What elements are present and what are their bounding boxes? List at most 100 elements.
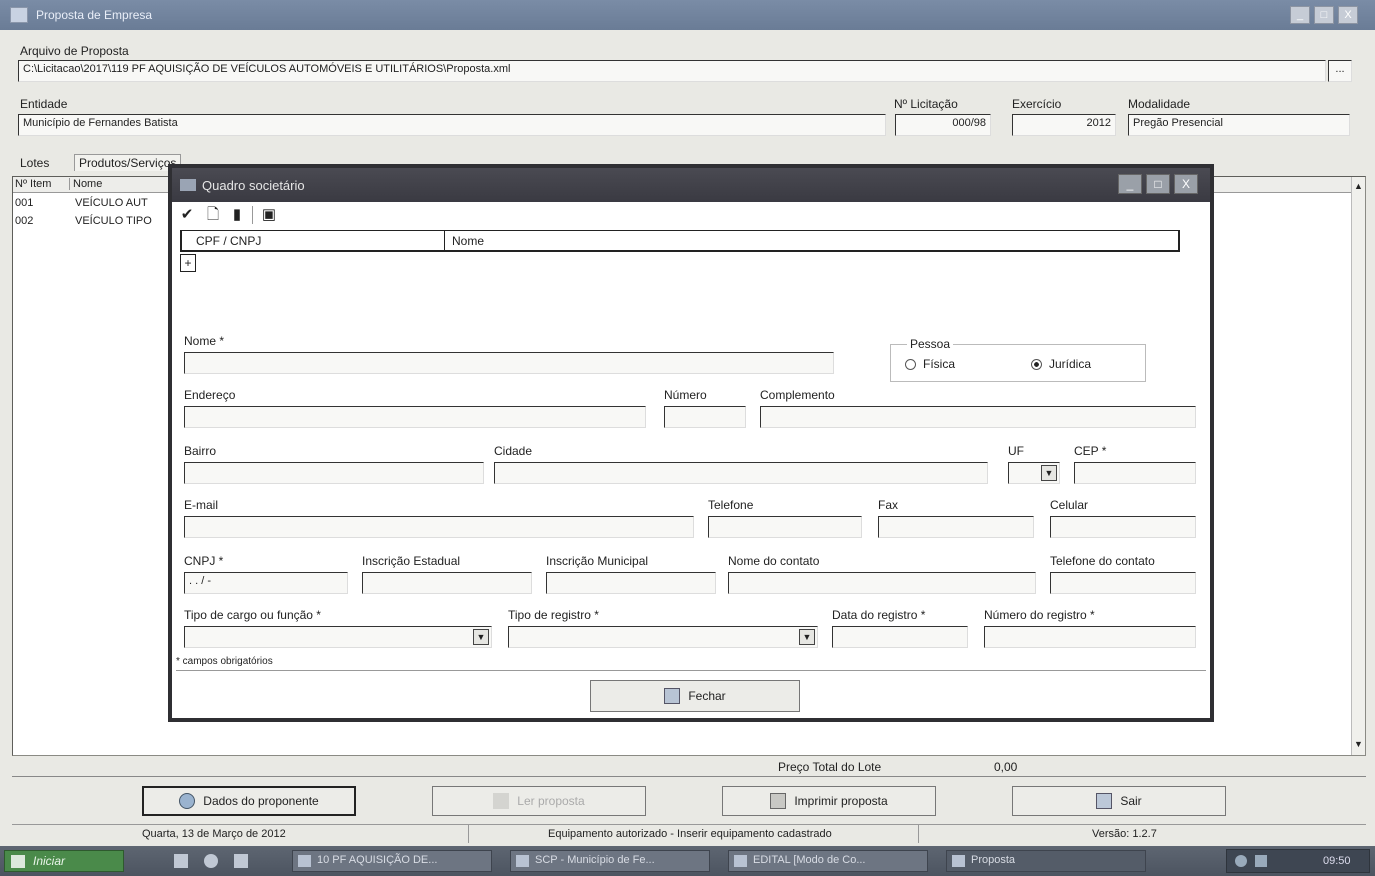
start-button[interactable]: Iniciar	[4, 850, 124, 872]
taskbar-item[interactable]: 10 PF AQUISIÇÃO DE...	[292, 850, 492, 872]
delete-icon[interactable]: ▮	[228, 206, 246, 224]
complemento-input[interactable]	[760, 406, 1196, 428]
inscricao-estadual-input[interactable]	[362, 572, 532, 594]
scroll-down-icon[interactable]: ▼	[1354, 739, 1363, 749]
email-input[interactable]	[184, 516, 694, 538]
separator	[176, 670, 1206, 671]
uf-select[interactable]: ▼	[1008, 462, 1060, 484]
tipo-cargo-select[interactable]: ▼	[184, 626, 492, 648]
nome-contato-label: Nome do contato	[728, 554, 820, 568]
grid-col-nome: Nome	[452, 234, 485, 248]
fax-input[interactable]	[878, 516, 1034, 538]
cep-input[interactable]	[1074, 462, 1196, 484]
numero-input[interactable]	[664, 406, 746, 428]
juridica-radio[interactable]	[1031, 359, 1042, 370]
cnpj-label: CNPJ *	[184, 554, 224, 568]
dialog-close-button[interactable]: X	[1174, 174, 1198, 194]
ler-proposta-label: Ler proposta	[517, 794, 585, 808]
fechar-button[interactable]: Fechar	[590, 680, 800, 712]
celular-label: Celular	[1050, 498, 1089, 512]
cidade-input[interactable]	[494, 462, 988, 484]
required-fields-note: * campos obrigatórios	[176, 656, 273, 667]
person-icon	[179, 793, 196, 809]
taskbar-item[interactable]: EDITAL [Modo de Co...	[728, 850, 928, 872]
quicklaunch-app-icon[interactable]	[234, 854, 248, 868]
tab-lotes[interactable]: Lotes	[20, 156, 49, 170]
celular-input[interactable]	[1050, 516, 1196, 538]
telefone-contato-input[interactable]	[1050, 572, 1196, 594]
pessoa-label: Pessoa	[907, 337, 954, 351]
numero-registro-input[interactable]	[984, 626, 1196, 648]
nome-input[interactable]	[184, 352, 834, 374]
printer-icon	[770, 793, 787, 809]
telefone-input[interactable]	[708, 516, 862, 538]
fechar-label: Fechar	[688, 689, 726, 703]
dados-proponente-label: Dados do proponente	[203, 794, 319, 808]
email-label: E-mail	[184, 498, 219, 512]
tipo-registro-select[interactable]: ▼	[508, 626, 818, 648]
quicklaunch-browser-icon[interactable]	[174, 854, 188, 868]
dados-proponente-button[interactable]: Dados do proponente	[142, 786, 356, 816]
grid-add-button[interactable]: +	[180, 254, 196, 272]
maximize-button[interactable]: □	[1314, 6, 1334, 24]
new-document-icon[interactable]: 🗋	[204, 206, 222, 224]
fisica-radio[interactable]	[905, 359, 916, 370]
chevron-down-icon[interactable]: ▼	[799, 629, 815, 645]
bairro-input[interactable]	[184, 462, 484, 484]
col-header-name: Nome	[69, 178, 102, 190]
chevron-down-icon[interactable]: ▼	[473, 629, 489, 645]
data-registro-input[interactable]	[832, 626, 968, 648]
tipo-registro-label: Tipo de registro *	[508, 608, 599, 622]
browse-file-button[interactable]: ...	[1328, 60, 1352, 82]
partners-grid-header: CPF / CNPJ Nome	[180, 230, 1180, 252]
sair-button[interactable]: Sair	[1012, 786, 1226, 816]
network-icon[interactable]	[1235, 855, 1247, 867]
scroll-up-icon[interactable]: ▲	[1354, 181, 1363, 191]
dialog-minimize-button[interactable]: _	[1118, 174, 1142, 194]
nome-contato-input[interactable]	[728, 572, 1036, 594]
tab-produtos-servicos[interactable]: Produtos/Serviços	[74, 154, 182, 171]
quicklaunch-media-icon[interactable]	[204, 854, 218, 868]
uf-label: UF	[1008, 444, 1024, 458]
taskbar-item[interactable]: SCP - Município de Fe...	[510, 850, 710, 872]
window-title: Proposta de Empresa	[36, 8, 153, 22]
exercicio-label: Exercício	[1012, 97, 1062, 111]
taskbar-item-label: SCP - Município de Fe...	[535, 854, 655, 866]
imprimir-proposta-button[interactable]: Imprimir proposta	[722, 786, 936, 816]
row-num: 001	[15, 197, 34, 209]
tipo-cargo-label: Tipo de cargo ou função *	[184, 608, 321, 622]
cep-label: CEP *	[1074, 444, 1107, 458]
proposal-file-label: Arquivo de Proposta	[20, 44, 129, 58]
dialog-maximize-button[interactable]: □	[1146, 174, 1170, 194]
volume-icon[interactable]	[1255, 855, 1267, 867]
taskbar-item-active[interactable]: Proposta	[946, 850, 1146, 872]
fax-label: Fax	[878, 498, 899, 512]
exit-icon	[1096, 793, 1113, 809]
close-button[interactable]: X	[1338, 6, 1358, 24]
endereco-input[interactable]	[184, 406, 646, 428]
confirm-check-icon[interactable]: ✔	[178, 206, 196, 224]
taskbar-item-label: 10 PF AQUISIÇÃO DE...	[317, 854, 438, 866]
chevron-down-icon[interactable]: ▼	[1041, 465, 1057, 481]
close-door-icon	[664, 688, 681, 704]
cidade-label: Cidade	[494, 444, 533, 458]
inscricao-municipal-input[interactable]	[546, 572, 716, 594]
main-window-titlebar: Proposta de Empresa _ □ X	[0, 0, 1375, 30]
grid-col-cpf-cnpj: CPF / CNPJ	[196, 234, 262, 248]
row-name: VEÍCULO AUT	[75, 197, 148, 209]
report-icon[interactable]: ▣	[260, 206, 278, 224]
entity-label: Entidade	[20, 97, 68, 111]
minimize-button[interactable]: _	[1290, 6, 1310, 24]
juridica-label: Jurídica	[1049, 357, 1092, 371]
proposal-file-input[interactable]: C:\Licitacao\2017\119 PF AQUISIÇÃO DE VE…	[18, 60, 1326, 82]
dialog-title: Quadro societário	[202, 178, 305, 193]
separator	[12, 776, 1366, 777]
sair-label: Sair	[1120, 794, 1142, 808]
nome-label: Nome *	[184, 334, 225, 348]
cnpj-input[interactable]: . . / -	[184, 572, 348, 594]
pessoa-group: Pessoa Física Jurídica	[890, 337, 1146, 382]
vertical-scrollbar[interactable]: ▲ ▼	[1351, 177, 1365, 755]
ler-proposta-button[interactable]: Ler proposta	[432, 786, 646, 816]
endereco-label: Endereço	[184, 388, 236, 402]
system-tray: 09:50	[1226, 849, 1370, 873]
